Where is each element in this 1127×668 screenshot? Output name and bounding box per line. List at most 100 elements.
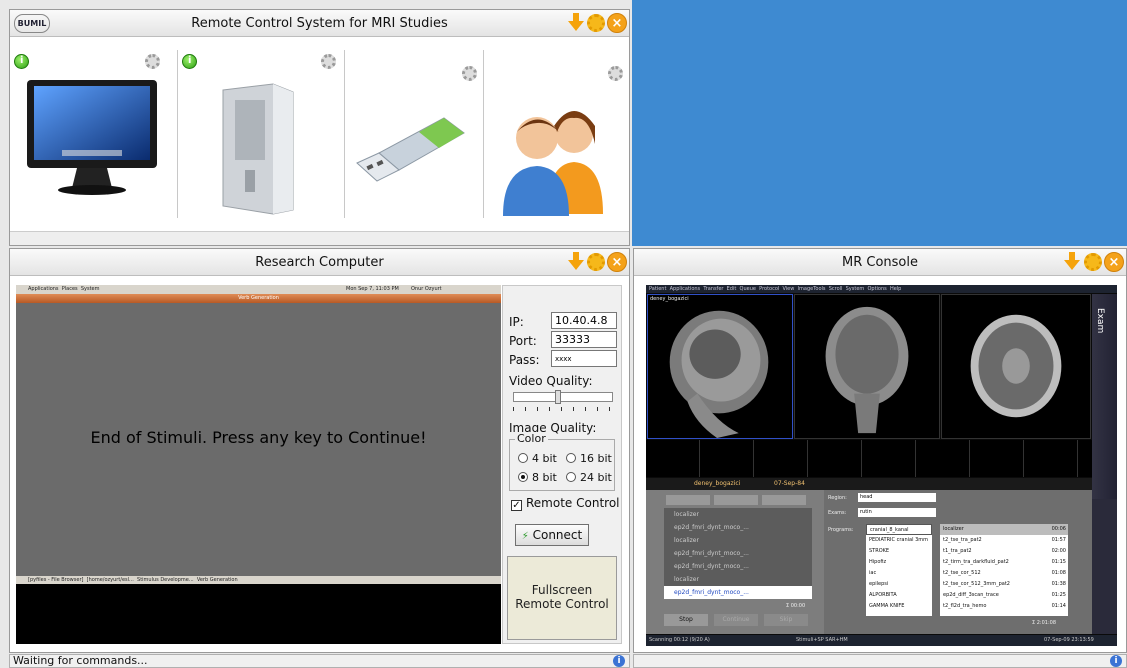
device-settings-icon[interactable] (462, 66, 477, 81)
program-item[interactable]: PEDIATRIC cranial 3mm (866, 535, 932, 546)
protocol-row[interactable]: t2_tse_cor_512_3mm_pat2 01:38 (940, 579, 1068, 590)
radio-icon (518, 453, 528, 463)
radio-selected-icon (518, 472, 528, 482)
port-label: Port: (509, 334, 537, 348)
protocol-list: localizer 00:06 t2_tse_tra_pat2 01:57 t1_t… (940, 524, 1068, 616)
mr-menu-item: Help (889, 286, 902, 292)
color-4bit-option[interactable]: 4 bit (518, 452, 557, 465)
exam-side-tab[interactable]: Exam (1092, 294, 1117, 499)
mr-screen-view[interactable]: Patient Applications Transfer Edit Queue… (646, 285, 1117, 646)
device-cell-users[interactable] (484, 38, 629, 226)
remote-menu-applications: Applications (28, 286, 59, 292)
program-item[interactable]: epilepsi (866, 579, 932, 590)
continue-button[interactable]: Continue (714, 614, 758, 626)
program-item[interactable]: Hipofiz (866, 557, 932, 568)
thumbnail-strip (646, 440, 1092, 477)
settings-gear-icon[interactable] (586, 252, 606, 272)
remote-control-checkbox[interactable]: ✓ Remote Control (511, 496, 620, 511)
close-icon[interactable]: × (607, 13, 627, 33)
settings-gear-icon[interactable] (586, 13, 606, 33)
queue-row[interactable]: ep2d_fmri_dynt_moco_... (664, 521, 812, 534)
minimize-arrow-icon[interactable] (566, 13, 586, 33)
sar-status: Stimuli+SP SAR+HM (796, 637, 848, 643)
queue-list: localizer ep2d_fmri_dynt_moco_... locali… (664, 508, 812, 599)
remote-menu-places: Places (61, 286, 78, 292)
device-cell-usb[interactable] (345, 38, 483, 226)
close-icon[interactable]: × (607, 252, 627, 272)
video-quality-thumb[interactable] (555, 390, 562, 404)
programs-list: cranial_8_kanal PEDIATRIC cranial 3mm ST… (866, 524, 932, 616)
pass-label: Pass: (509, 353, 540, 367)
computer-tower-icon (222, 83, 294, 215)
video-quality-slider[interactable] (513, 390, 613, 412)
research-computer-panel: Research Computer × Applications Places … (9, 248, 630, 653)
region-dropdown[interactable]: head (858, 493, 936, 502)
protocol-row[interactable]: t2_fl2d_tra_hemo 01:14 (940, 601, 1068, 612)
device-settings-icon[interactable] (321, 54, 336, 69)
color-8bit-option[interactable]: 8 bit (518, 471, 557, 484)
program-item[interactable]: iac (866, 568, 932, 579)
skip-button[interactable]: Skip (764, 614, 808, 626)
taskbar-item: Stimulus Developme... (137, 577, 194, 583)
patient-name: deney_bogazici (694, 480, 741, 487)
remote-screen-view[interactable]: Applications Places System Mon Sep 7, 11… (16, 285, 501, 644)
device-settings-icon[interactable] (145, 54, 160, 69)
minimize-arrow-icon[interactable] (566, 252, 586, 272)
radio-icon (566, 453, 576, 463)
info-icon[interactable]: i (613, 655, 625, 667)
port-field[interactable] (551, 331, 617, 348)
queue-row[interactable]: localizer (664, 508, 812, 521)
protocol-row[interactable]: t2_tirm_tra_darkfluid_pat2 01:15 (940, 557, 1068, 568)
protocol-total-time: Σ 2:01:08 (1032, 620, 1057, 626)
protocol-row[interactable]: localizer 00:06 (940, 524, 1068, 535)
color-16bit-option[interactable]: 16 bit (566, 452, 612, 465)
color-group-label: Color (515, 432, 548, 445)
stimuli-message: End of Stimuli. Press any key to Continu… (90, 428, 427, 447)
protocol-row[interactable]: ep2d_diff_3scan_trace 01:25 (940, 590, 1068, 601)
option-label: 8 bit (532, 471, 557, 484)
protocol-row[interactable]: t2_tse_cor_512 01:08 (940, 568, 1068, 579)
protocol-row[interactable]: t2_tse_tra_pat2 01:57 (940, 535, 1068, 546)
device-panel: BUMIL Remote Control System for MRI Stud… (9, 9, 630, 246)
checkbox-checked-icon: ✓ (511, 500, 522, 511)
status-bar-left: Waiting for commands... i (9, 654, 630, 668)
taskbar-item: Verb Generation (196, 577, 238, 583)
queue-row[interactable]: ep2d_fmri_dynt_moco_... (664, 560, 812, 573)
option-label: 4 bit (532, 452, 557, 465)
program-item[interactable]: ALPORBITA (866, 590, 932, 601)
exams-dropdown[interactable]: rutin (858, 508, 936, 517)
protocol-row[interactable]: t1_tra_pat2 02:00 (940, 546, 1068, 557)
connect-button[interactable]: ⚡ Connect (515, 524, 589, 546)
fullscreen-remote-control-button[interactable]: Fullscreen Remote Control (507, 556, 617, 640)
stop-button[interactable]: Stop (664, 614, 708, 626)
color-group: Color 4 bit 16 bit 8 bit 24 bit (509, 432, 615, 491)
color-24bit-option[interactable]: 24 bit (566, 471, 612, 484)
password-field[interactable] (551, 350, 617, 367)
exam-tab-label: Exam (1095, 308, 1105, 334)
patient-date: 07-Sep-84 (774, 480, 805, 487)
minimize-arrow-icon[interactable] (1062, 252, 1082, 272)
mri-sagittal-image (647, 294, 793, 439)
device-cell-computer[interactable] (178, 38, 344, 226)
program-item[interactable]: cranial_8_kanal (866, 524, 932, 535)
queue-row[interactable]: localizer (664, 573, 812, 586)
exams-label: Exams: (828, 510, 847, 516)
mr-status-bar: Scanning 00:12 (9/20 A) Stimuli+SP SAR+H… (646, 635, 1117, 646)
mr-menubar: Patient Applications Transfer Edit Queue… (646, 285, 1117, 293)
program-item[interactable]: GAMMA KNIFE (866, 601, 932, 612)
settings-gear-icon[interactable] (1083, 252, 1103, 272)
device-settings-icon[interactable] (608, 66, 623, 81)
programs-label: Programs: (828, 527, 854, 533)
queue-row[interactable]: localizer (664, 534, 812, 547)
mr-menu-item: Scroll (828, 286, 843, 292)
program-item[interactable]: STROKE (866, 546, 932, 557)
device-cell-monitor[interactable] (10, 38, 177, 226)
close-icon[interactable]: × (1104, 252, 1124, 272)
radio-icon (566, 472, 576, 482)
queue-row-selected[interactable]: ep2d_fmri_dynt_moco_... (664, 586, 812, 599)
info-icon[interactable]: i (1110, 655, 1122, 667)
mri-axial-image (941, 294, 1091, 439)
mr-menu-item: View (782, 286, 795, 292)
ip-field[interactable] (551, 312, 617, 329)
queue-row[interactable]: ep2d_fmri_dynt_moco_... (664, 547, 812, 560)
